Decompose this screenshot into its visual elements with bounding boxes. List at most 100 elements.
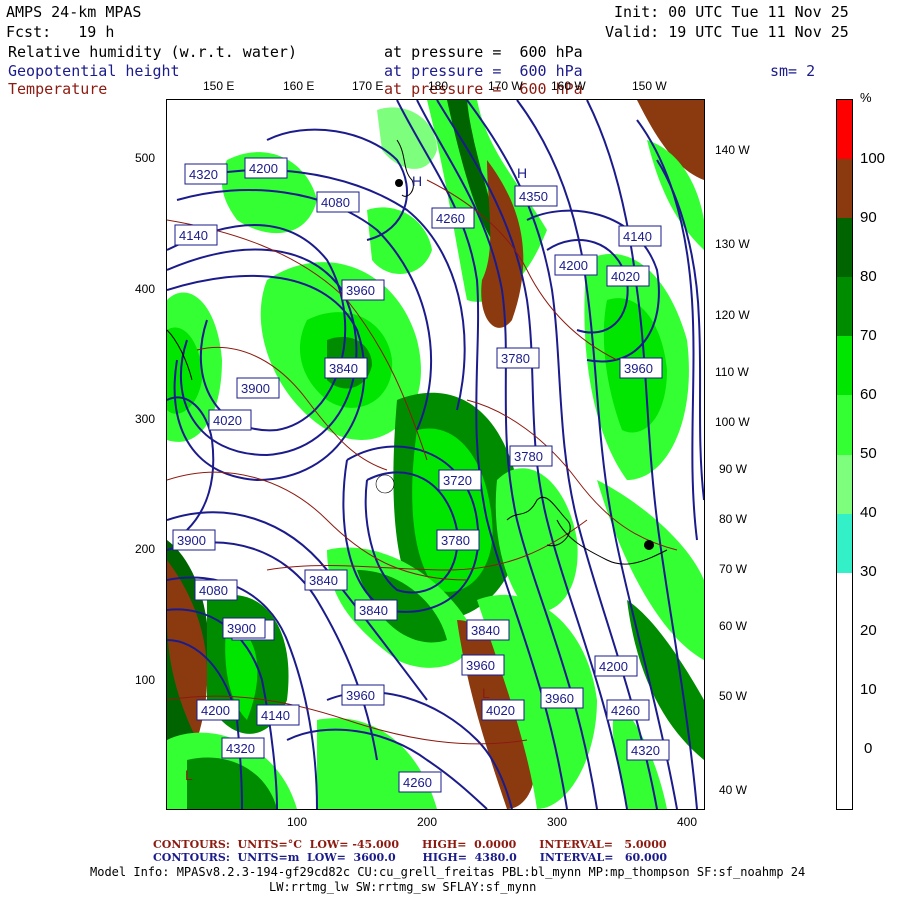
colorbar-segment — [837, 690, 852, 751]
model-info-line2: LW:rrtmg_lw SW:rrtmg_sw SFLAY:sf_mynn — [269, 880, 537, 894]
lon-label-right: 100 W — [715, 415, 750, 429]
lon-label-right: 110 W — [715, 365, 749, 379]
lon-label-right: 70 W — [719, 562, 748, 576]
height-label: 3780 — [514, 449, 543, 464]
colorbar-segment — [837, 631, 852, 692]
colorbar-label: 50 — [860, 445, 877, 462]
colorbar-segment — [837, 159, 852, 219]
field-height-label: Geopotential height — [8, 62, 180, 80]
high-marker: H — [412, 173, 422, 189]
height-label: 3840 — [309, 573, 338, 588]
height-label: 4080 — [321, 195, 350, 210]
height-label: 3900 — [241, 381, 270, 396]
weather-map: 4320 4200 4080 4260 4140 3960 3840 3780 … — [166, 99, 705, 810]
height-label: 4020 — [611, 269, 640, 284]
colorbar-label: 40 — [860, 504, 877, 521]
high-marker: H — [517, 165, 527, 181]
height-label: 3900 — [227, 621, 256, 636]
colorbar-segment — [837, 395, 852, 455]
height-label: 3720 — [443, 473, 472, 488]
height-label: 3960 — [466, 658, 495, 673]
height-label: 4140 — [261, 708, 290, 723]
y-tick-label: 300 — [135, 412, 156, 426]
colorbar — [836, 99, 853, 810]
smoothing-label: sm= 2 — [770, 62, 816, 80]
colorbar-segment — [837, 336, 852, 396]
lon-label-top: 150 W — [632, 79, 667, 93]
height-label: 3960 — [346, 688, 375, 703]
low-marker: L — [482, 685, 490, 701]
height-label: 4320 — [189, 167, 218, 182]
lon-label-top: 180 — [428, 79, 449, 93]
height-label: 4140 — [179, 228, 208, 243]
colorbar-label: 100 — [860, 150, 886, 167]
height-label: 4200 — [249, 161, 278, 176]
height-label: 4260 — [436, 211, 465, 226]
colorbar-label: 60 — [860, 386, 877, 403]
field-height-level: at pressure = 600 hPa — [384, 62, 583, 80]
height-label: 3900 — [177, 533, 206, 548]
field-temp-label: Temperature — [8, 80, 108, 98]
colorbar-segment — [837, 100, 852, 160]
height-contour-info: CONTOURS: UNITS=m LOW= 3600.0 HIGH= 4380… — [153, 851, 667, 864]
height-label: 4020 — [486, 703, 515, 718]
y-tick-label: 200 — [135, 542, 156, 556]
station-marker — [395, 179, 403, 187]
y-tick-label: 500 — [135, 151, 156, 165]
height-label: 4200 — [599, 659, 628, 674]
colorbar-segment — [837, 572, 852, 633]
field-rh-level: at pressure = 600 hPa — [384, 43, 583, 61]
lon-label-right: 90 W — [719, 462, 748, 476]
height-label: 3960 — [545, 691, 574, 706]
colorbar-label: 10 — [860, 681, 877, 698]
lon-label-right: 50 W — [719, 689, 748, 703]
lon-label-right: 60 W — [719, 619, 748, 633]
colorbar-segment — [837, 749, 852, 810]
height-label: 4320 — [226, 741, 255, 756]
lon-label-top: 160 E — [283, 79, 315, 93]
low-marker: L — [185, 767, 193, 783]
height-label: 4080 — [199, 583, 228, 598]
station-marker — [644, 540, 654, 550]
colorbar-segment — [837, 277, 852, 337]
forecast-hour: Fcst: 19 h — [6, 23, 115, 41]
colorbar-segment — [837, 513, 852, 574]
lon-label-top: 170 W — [488, 79, 523, 93]
weather-map-canvas: 4320 4200 4080 4260 4140 3960 3840 3780 … — [167, 100, 704, 809]
height-label: 4200 — [201, 703, 230, 718]
colorbar-label: 70 — [860, 327, 877, 344]
lon-label-top: 150 E — [203, 79, 235, 93]
colorbar-label: 80 — [860, 268, 877, 285]
colorbar-unit: % — [860, 90, 872, 105]
height-label: 3840 — [359, 603, 388, 618]
colorbar-segment — [837, 218, 852, 278]
height-label: 4260 — [403, 775, 432, 790]
height-label: 4200 — [559, 258, 588, 273]
model-title: AMPS 24-km MPAS — [6, 3, 142, 21]
x-tick-label: 300 — [547, 815, 568, 829]
lon-label-top: 160 W — [551, 79, 586, 93]
colorbar-label: 90 — [860, 209, 877, 226]
colorbar-label: 30 — [860, 563, 877, 580]
temp-contour-info: CONTOURS: UNITS=°C LOW= -45.000 HIGH= 0.… — [153, 838, 667, 851]
field-rh-label: Relative humidity (w.r.t. water) — [8, 43, 297, 61]
height-label: 4140 — [623, 229, 652, 244]
height-label: 3960 — [624, 361, 653, 376]
height-label: 4260 — [611, 703, 640, 718]
y-tick-label: 100 — [135, 673, 156, 687]
height-label: 3780 — [441, 533, 470, 548]
lon-label-right: 80 W — [719, 512, 748, 526]
height-label: 3840 — [471, 623, 500, 638]
model-info-line1: Model Info: MPASv8.2.3-194-gf29cd82c CU:… — [90, 865, 806, 879]
y-tick-label: 400 — [135, 282, 156, 296]
lon-label-right: 40 W — [719, 783, 748, 797]
colorbar-segment — [837, 454, 852, 515]
x-tick-label: 100 — [287, 815, 308, 829]
height-label: 3840 — [329, 361, 358, 376]
lon-label-right: 140 W — [715, 143, 750, 157]
height-label: 4350 — [519, 189, 548, 204]
colorbar-label: 0 — [864, 740, 873, 757]
height-label: 3960 — [346, 283, 375, 298]
valid-time: Valid: 19 UTC Tue 11 Nov 25 — [605, 23, 849, 41]
x-tick-label: 200 — [417, 815, 438, 829]
